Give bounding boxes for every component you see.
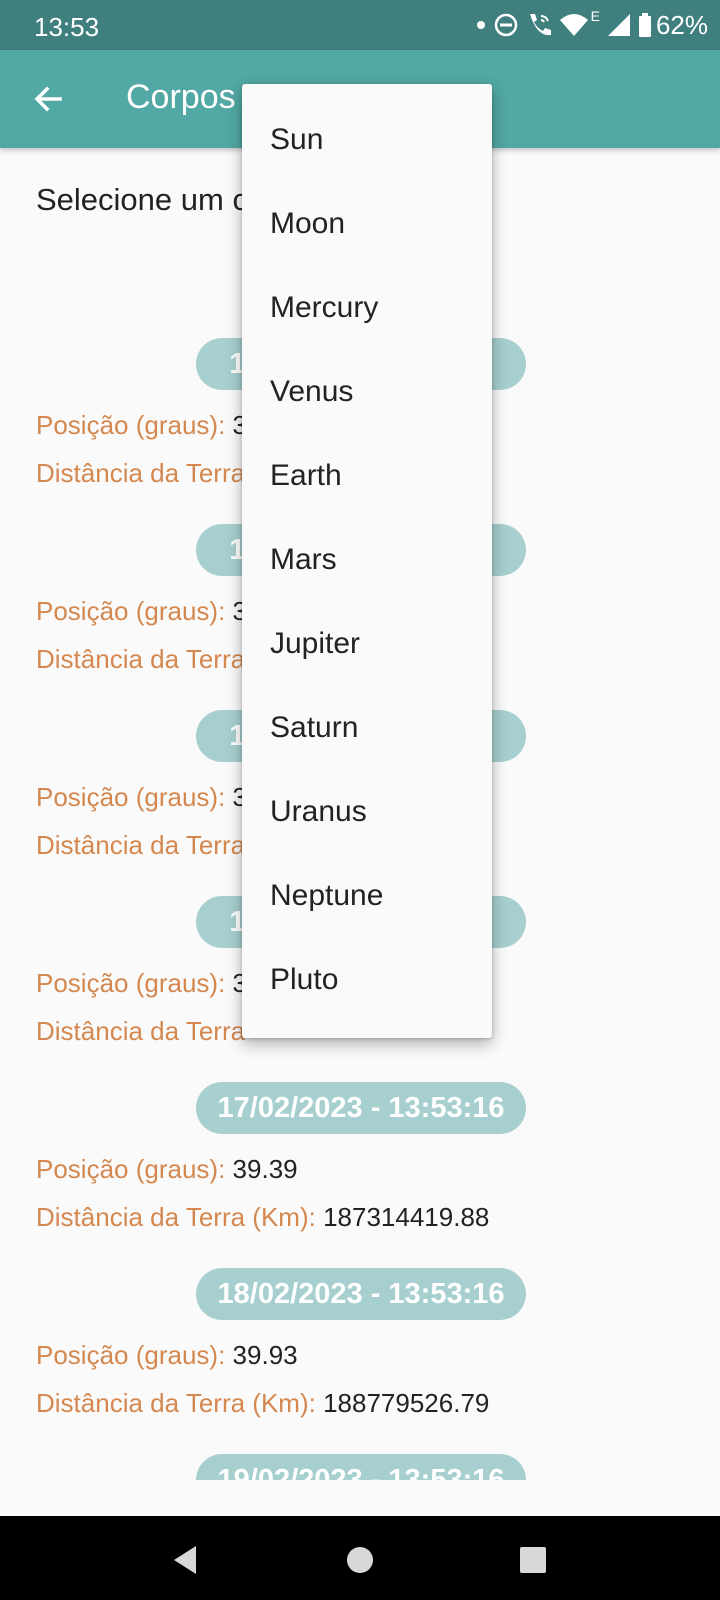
system-nav-bar	[0, 1516, 720, 1600]
dnd-icon	[494, 13, 517, 37]
position-label: Posição (graus):	[36, 782, 226, 812]
position-label: Posição (graus):	[36, 596, 226, 626]
position-value: 39.93	[232, 1340, 298, 1370]
menu-item-neptune[interactable]: Neptune	[242, 854, 492, 938]
wifi-icon	[559, 14, 588, 36]
position-label: Posição (graus):	[36, 1154, 226, 1184]
menu-item-saturn[interactable]: Saturn	[242, 686, 492, 770]
signal-icon	[607, 14, 630, 36]
status-icons: E 62%	[469, 8, 708, 42]
triangle-back-icon	[174, 1546, 196, 1574]
distance-label: Distância da Terra	[36, 830, 246, 860]
distance-label: Distância da Terra	[36, 458, 246, 488]
menu-item-venus[interactable]: Venus	[242, 350, 492, 434]
body-dropdown-menu: Sun Moon Mercury Venus Earth Mars Jupite…	[242, 84, 492, 1038]
distance-row: Distância da Terra (Km): 188779526.79	[36, 1388, 489, 1419]
battery-icon	[638, 13, 651, 37]
list-item: 17/02/2023 - 13:53:16 Posição (graus): 3…	[0, 1074, 720, 1260]
menu-item-jupiter[interactable]: Jupiter	[242, 602, 492, 686]
nav-back-button[interactable]	[163, 1538, 207, 1582]
square-recents-icon	[520, 1547, 546, 1573]
menu-item-mars[interactable]: Mars	[242, 518, 492, 602]
distance-label: Distância da Terra	[36, 644, 246, 674]
distance-row: Distância da Terra	[36, 1016, 245, 1047]
menu-item-moon[interactable]: Moon	[242, 182, 492, 266]
notification-dot-icon	[476, 21, 485, 29]
battery-level: 62%	[655, 9, 708, 40]
nav-home-button[interactable]	[338, 1538, 382, 1582]
distance-label: Distância da Terra	[36, 1016, 246, 1046]
distance-row: Distância da Terra	[36, 830, 245, 861]
position-row: Posição (graus): 3	[36, 968, 247, 999]
menu-item-pluto[interactable]: Pluto	[242, 938, 492, 1022]
select-prompt: Selecione um c	[36, 182, 248, 217]
arrow-back-icon	[34, 86, 62, 112]
wifi-calling-icon	[529, 14, 551, 36]
list-item: 18/02/2023 - 13:53:16 Posição (graus): 3…	[0, 1260, 720, 1446]
position-row: Posição (graus): 39.39	[36, 1154, 298, 1185]
position-label: Posição (graus):	[36, 1340, 226, 1370]
distance-value: 187314419.88	[323, 1202, 490, 1232]
network-type: E	[590, 8, 600, 24]
menu-item-earth[interactable]: Earth	[242, 434, 492, 518]
date-badge: 18/02/2023 - 13:53:16	[196, 1268, 526, 1320]
distance-label: Distância da Terra (Km):	[36, 1388, 316, 1418]
menu-item-uranus[interactable]: Uranus	[242, 770, 492, 854]
date-badge: 19/02/2023 - 13:53:16	[196, 1454, 526, 1480]
distance-row: Distância da Terra	[36, 644, 245, 675]
position-row: Posição (graus): 3	[36, 410, 247, 441]
distance-value: 188779526.79	[323, 1388, 490, 1418]
status-bar: 13:53 E 62%	[0, 0, 720, 50]
position-row: Posição (graus): 3	[36, 596, 247, 627]
page-title: Corpos	[126, 78, 236, 116]
nav-recents-button[interactable]	[511, 1538, 555, 1582]
status-time: 13:53	[34, 12, 100, 42]
distance-row: Distância da Terra (Km): 187314419.88	[36, 1202, 489, 1233]
position-row: Posição (graus): 39.93	[36, 1340, 298, 1371]
position-label: Posição (graus):	[36, 410, 226, 440]
menu-item-sun[interactable]: Sun	[242, 98, 492, 182]
menu-item-mercury[interactable]: Mercury	[242, 266, 492, 350]
distance-row: Distância da Terra	[36, 458, 245, 489]
circle-home-icon	[347, 1547, 373, 1573]
distance-label: Distância da Terra (Km):	[36, 1202, 316, 1232]
position-row: Posição (graus): 3	[36, 782, 247, 813]
position-label: Posição (graus):	[36, 968, 226, 998]
date-badge: 17/02/2023 - 13:53:16	[196, 1082, 526, 1134]
list-item: 19/02/2023 - 13:53:16	[0, 1446, 720, 1480]
position-value: 39.39	[232, 1154, 298, 1184]
back-button[interactable]	[22, 75, 74, 123]
